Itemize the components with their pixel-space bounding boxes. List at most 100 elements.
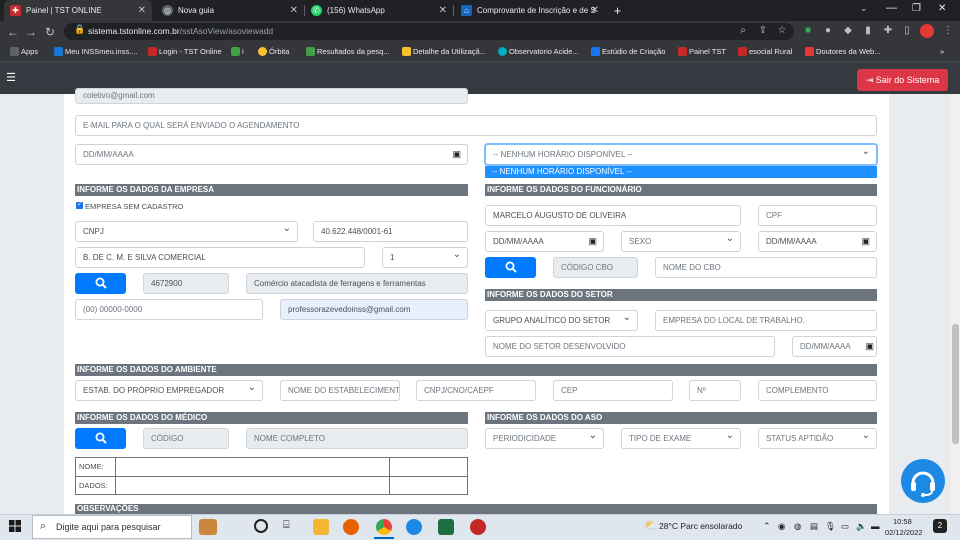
tab-nova-guia[interactable]: ◎ Nova guia ✕	[156, 0, 304, 21]
bookmark-doutores[interactable]: Doutores da Web...	[805, 47, 880, 56]
extension-icon[interactable]: ■	[802, 25, 814, 37]
tray-icon[interactable]: ◉	[778, 521, 785, 532]
empresa-sem-cadastro-checkbox[interactable]: ✓	[76, 202, 83, 209]
menu-dots-icon[interactable]: ⋮	[942, 25, 954, 37]
cnpj-field[interactable]: 40.622.448/0001-61	[313, 221, 468, 242]
new-tab-icon[interactable]: +	[610, 3, 625, 18]
nascimento-field[interactable]: DD/MM/AAAA ▣	[485, 231, 604, 252]
bookmark-esocial[interactable]: esocial Rural	[738, 47, 792, 56]
sidebar-icon[interactable]: ▯	[901, 25, 913, 37]
battery-icon[interactable]: ▬	[871, 521, 880, 531]
reload-icon[interactable]: ↻	[43, 25, 57, 39]
volume-icon[interactable]: 🔈	[856, 521, 867, 532]
bookmark-star-icon[interactable]: ☆	[776, 25, 788, 37]
email-field[interactable]: coletivo@gmail.com	[75, 88, 468, 104]
minimize-icon[interactable]: —	[886, 2, 897, 14]
phone-field[interactable]: (00) 00000-0000	[75, 299, 263, 320]
puzzle-icon[interactable]: ✚	[882, 25, 894, 37]
chrome-icon[interactable]	[376, 519, 392, 535]
calendar-icon[interactable]: ▣	[452, 145, 461, 164]
medico-search-button[interactable]	[75, 428, 126, 449]
cnae-code-field[interactable]: 4672900	[143, 273, 229, 294]
bookmark-detalhe[interactable]: Detalhe da Utilizaçã...	[402, 47, 486, 56]
setor-date-field[interactable]: DD/MM/AAAA ▣	[792, 336, 877, 357]
firefox-icon[interactable]	[343, 519, 359, 535]
tab-painel-tst[interactable]: ✚ Painel | TST ONLINE ✕	[4, 0, 152, 21]
status-aptidao-select[interactable]: STATUS APTIDÃO	[758, 428, 877, 449]
cnae-description-field[interactable]: Comércio atacadista de ferragens e ferra…	[246, 273, 468, 294]
razao-social-field[interactable]: B. DE C. M. E SILVA COMERCIAL	[75, 247, 365, 268]
bookmark-estudio[interactable]: Estúdio de Criação	[591, 47, 665, 56]
app-icon[interactable]	[406, 519, 422, 535]
logout-button[interactable]: ⇥ Sair do Sistema	[857, 69, 948, 91]
share-icon[interactable]: ⇪	[757, 25, 769, 37]
numero-field[interactable]: Nº	[689, 380, 741, 401]
bookmark-observatorio[interactable]: Observatorio Acide...	[498, 47, 579, 56]
forward-icon[interactable]: →	[24, 25, 38, 39]
cnpj-ambiente-field[interactable]: CNPJ/CNO/CAEPF	[416, 380, 536, 401]
back-icon[interactable]: ←	[6, 25, 20, 39]
hamburger-menu-icon[interactable]: ☰	[4, 71, 18, 85]
complemento-field[interactable]: COMPLEMENTO	[758, 380, 877, 401]
close-icon[interactable]: ✕	[591, 0, 599, 21]
clock-date[interactable]: 02/12/2022	[885, 528, 923, 537]
date-agendamento-field[interactable]: DD/MM/AAAA ▣	[75, 144, 468, 165]
bookmark-resultados[interactable]: Resultados da pesq...	[306, 47, 390, 56]
cbo-code-field[interactable]: CÓDIGO CBO	[553, 257, 638, 278]
close-window-icon[interactable]: ✕	[938, 3, 946, 14]
medico-codigo-field[interactable]: CÓDIGO	[143, 428, 229, 449]
app-icon[interactable]	[470, 519, 486, 535]
tab-search-icon[interactable]: ⌄	[860, 3, 868, 14]
profile-avatar-icon[interactable]	[920, 24, 934, 38]
cbo-search-button[interactable]	[485, 257, 536, 278]
close-icon[interactable]: ✕	[439, 0, 447, 21]
cbo-name-field[interactable]: NOME DO CBO	[655, 257, 877, 278]
zoom-icon[interactable]: ⌕	[737, 25, 749, 37]
more-bookmarks[interactable]: »	[940, 47, 944, 56]
tray-icon[interactable]: ◍	[794, 521, 801, 532]
email-agendamento-field[interactable]: E-MAIL PARA O QUAL SERÁ ENVIADO O AGENDA…	[75, 115, 877, 136]
excel-icon[interactable]	[438, 519, 454, 535]
close-icon[interactable]: ✕	[138, 0, 146, 21]
tray-icon[interactable]: ▤	[810, 521, 818, 532]
tab-whatsapp[interactable]: ✆ (156) WhatsApp ✕	[305, 0, 453, 21]
calendar-icon[interactable]: ▣	[865, 337, 874, 356]
tipo-exame-select[interactable]: TIPO DE EXAME	[621, 428, 741, 449]
tab-comprovante[interactable]: ⌂ Comprovante de Inscrição e de S ✕	[455, 0, 605, 21]
tray-chevron-icon[interactable]: ⌃	[763, 521, 771, 532]
bookmark-login-tst[interactable]: Login - TST Online	[148, 47, 222, 56]
nome-setor-field[interactable]: NOME DO SETOR DESENVOLVIDO	[485, 336, 775, 357]
taskbar-search[interactable]: ⌕ Digite aqui para pesquisar	[32, 515, 217, 539]
cnae-search-button[interactable]	[75, 273, 126, 294]
weather-text[interactable]: 28°C Parc ensolarado	[659, 521, 742, 531]
grupo-setor-select[interactable]: GRUPO ANALÍTICO DO SETOR	[485, 310, 638, 331]
horario-option[interactable]: -- NENHUM HORÁRIO DISPONÍVEL --	[485, 166, 877, 178]
sexo-select[interactable]: SEXO	[621, 231, 741, 252]
page-scrollbar[interactable]	[951, 94, 960, 514]
scrollbar-thumb[interactable]	[952, 324, 959, 444]
admissao-field[interactable]: DD/MM/AAAA ▣	[758, 231, 877, 252]
microphone-icon[interactable]: 🎙	[825, 521, 836, 532]
close-icon[interactable]: ✕	[290, 0, 298, 21]
clock-time[interactable]: 10:58	[893, 517, 912, 526]
extension-icon[interactable]: ◆	[842, 25, 854, 37]
support-chat-button[interactable]	[901, 459, 945, 503]
horario-select[interactable]: -- NENHUM HORÁRIO DISPONÍVEL --	[485, 144, 877, 165]
bookmark-meu-inss[interactable]: Meu INSSmeu.inss....	[54, 47, 138, 56]
doc-type-select[interactable]: CNPJ	[75, 221, 298, 242]
calendar-icon[interactable]: ▣	[588, 232, 597, 251]
unidade-select[interactable]: 1	[382, 247, 468, 268]
bookmark-orbita[interactable]: Órbita	[258, 47, 289, 56]
bookmark-i[interactable]: i	[231, 47, 244, 56]
medico-nome-field[interactable]: NOME COMPLETO	[246, 428, 468, 449]
empresa-email-field[interactable]: professorazevedoinss@gmail.com	[280, 299, 468, 320]
bookmark-apps[interactable]: Apps	[10, 47, 38, 56]
extension-icon[interactable]: ●	[822, 25, 834, 37]
periodicidade-select[interactable]: PERIODICIDADE	[485, 428, 604, 449]
address-bar[interactable]: 🔒 sistema.tstonline.com.br/sstAsoView/as…	[64, 23, 794, 40]
nome-estab-field[interactable]: NOME DO ESTABELECIMENTO	[280, 380, 400, 401]
cpf-field[interactable]: CPF	[758, 205, 877, 226]
network-icon[interactable]: ▭	[841, 521, 849, 532]
calendar-icon[interactable]: ▣	[861, 232, 870, 251]
cep-field[interactable]: CEP	[553, 380, 673, 401]
